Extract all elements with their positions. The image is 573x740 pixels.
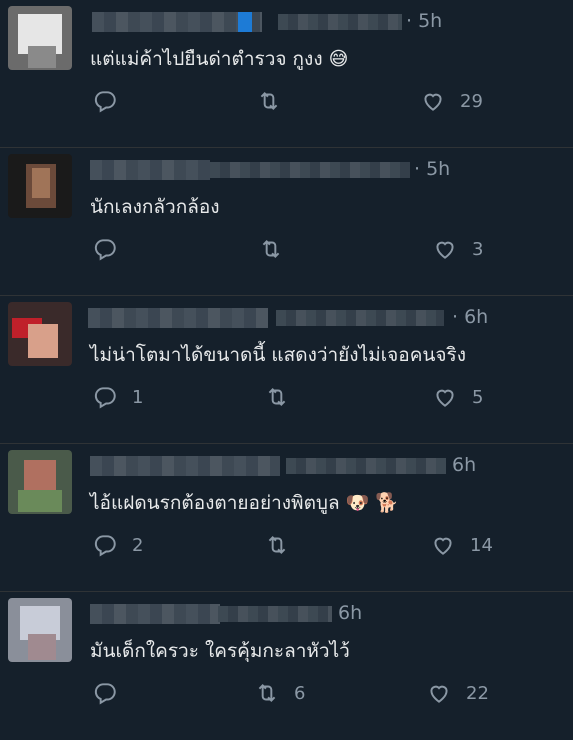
tweet[interactable]: · 5h นักเลงกลัวกล้อง 3 bbox=[0, 148, 573, 296]
blurred-badge bbox=[238, 12, 252, 32]
reply-icon bbox=[94, 91, 116, 113]
blurred-display-name bbox=[88, 308, 268, 328]
retweet-button[interactable] bbox=[264, 384, 304, 410]
tweet-header: · 5h bbox=[88, 158, 563, 184]
like-button[interactable]: 5 bbox=[432, 384, 483, 410]
avatar[interactable] bbox=[8, 6, 72, 70]
heart-icon bbox=[436, 389, 454, 407]
retweet-button[interactable] bbox=[264, 532, 304, 558]
heart-icon bbox=[424, 93, 442, 111]
heart-icon bbox=[436, 241, 454, 259]
tweet-actions: 29 bbox=[88, 88, 573, 122]
reply-icon bbox=[94, 387, 116, 409]
tweet-header: · 6h bbox=[88, 306, 563, 332]
tweet-text: แต่แม่ค้าไปยืนด่าตำรวจ กูงง 😅 bbox=[90, 48, 349, 70]
like-count: 29 bbox=[460, 90, 483, 112]
tweet-header: 6h bbox=[88, 454, 563, 480]
reply-icon bbox=[94, 239, 116, 261]
blurred-handle bbox=[210, 162, 410, 178]
like-button[interactable]: 22 bbox=[426, 680, 489, 706]
retweet-count: 6 bbox=[294, 682, 306, 704]
tweet-actions: 1 5 bbox=[88, 384, 573, 418]
tweet[interactable]: · 6h ไม่น่าโตมาได้ขนาดนี้ แสดงว่ายังไม่เ… bbox=[0, 296, 573, 444]
tweet-header: · 5h bbox=[88, 10, 563, 36]
tweet-header: 6h bbox=[88, 602, 563, 628]
retweet-button[interactable] bbox=[258, 236, 298, 262]
retweet-button[interactable] bbox=[256, 88, 296, 114]
reply-button[interactable] bbox=[92, 236, 132, 262]
blurred-handle bbox=[218, 606, 332, 622]
like-count: 22 bbox=[466, 682, 489, 704]
reply-count: 1 bbox=[132, 386, 144, 408]
retweet-icon bbox=[258, 684, 276, 702]
tweet-actions: 6 22 bbox=[88, 680, 573, 714]
like-button[interactable]: 14 bbox=[430, 532, 493, 558]
blurred-handle bbox=[286, 458, 446, 474]
heart-icon bbox=[430, 685, 448, 703]
retweet-icon bbox=[262, 240, 280, 258]
like-count: 3 bbox=[472, 238, 484, 260]
like-button[interactable]: 29 bbox=[420, 88, 483, 114]
tweet-actions: 2 14 bbox=[88, 532, 573, 566]
like-count: 5 bbox=[472, 386, 484, 408]
avatar[interactable] bbox=[8, 302, 72, 366]
tweet[interactable]: · 5h แต่แม่ค้าไปยืนด่าตำรวจ กูงง 😅 29 bbox=[0, 0, 573, 148]
timestamp[interactable]: · 6h bbox=[452, 306, 488, 328]
timestamp[interactable]: 6h bbox=[338, 602, 362, 624]
tweet-text: ไม่น่าโตมาได้ขนาดนี้ แสดงว่ายังไม่เจอคนจ… bbox=[90, 344, 467, 366]
reply-button[interactable]: 1 bbox=[92, 384, 143, 410]
like-count: 14 bbox=[470, 534, 493, 556]
timestamp[interactable]: · 5h bbox=[414, 158, 450, 180]
like-button[interactable]: 3 bbox=[432, 236, 483, 262]
blurred-handle bbox=[276, 310, 444, 326]
timestamp[interactable]: · 5h bbox=[406, 10, 442, 32]
heart-icon bbox=[434, 537, 452, 555]
timestamp[interactable]: 6h bbox=[452, 454, 476, 476]
blurred-handle bbox=[278, 14, 402, 30]
retweet-icon bbox=[260, 92, 278, 110]
blurred-display-name bbox=[90, 160, 210, 180]
retweet-button[interactable]: 6 bbox=[254, 680, 305, 706]
retweet-icon bbox=[268, 388, 286, 406]
blurred-display-name bbox=[92, 12, 262, 32]
reply-count: 2 bbox=[132, 534, 144, 556]
tweet[interactable]: 6h ไอ้แฝดนรกต้องตายอย่างพิตบูล 🐶 🐕 2 14 bbox=[0, 444, 573, 592]
reply-button[interactable] bbox=[92, 88, 132, 114]
tweet[interactable]: 6h มันเด็กใครวะ ใครคุ้มกะลาหัวไว้ 6 22 bbox=[0, 592, 573, 740]
blurred-display-name bbox=[90, 604, 220, 624]
reply-icon bbox=[94, 683, 116, 705]
reply-button[interactable] bbox=[92, 680, 132, 706]
avatar[interactable] bbox=[8, 450, 72, 514]
tweet-text: มันเด็กใครวะ ใครคุ้มกะลาหัวไว้ bbox=[90, 640, 350, 662]
blurred-display-name bbox=[90, 456, 280, 476]
retweet-icon bbox=[268, 536, 286, 554]
reply-button[interactable]: 2 bbox=[92, 532, 143, 558]
tweet-actions: 3 bbox=[88, 236, 573, 270]
tweet-text: นักเลงกลัวกล้อง bbox=[90, 196, 220, 218]
reply-icon bbox=[94, 535, 116, 557]
tweet-text: ไอ้แฝดนรกต้องตายอย่างพิตบูล 🐶 🐕 bbox=[90, 492, 400, 514]
avatar[interactable] bbox=[8, 598, 72, 662]
avatar[interactable] bbox=[8, 154, 72, 218]
